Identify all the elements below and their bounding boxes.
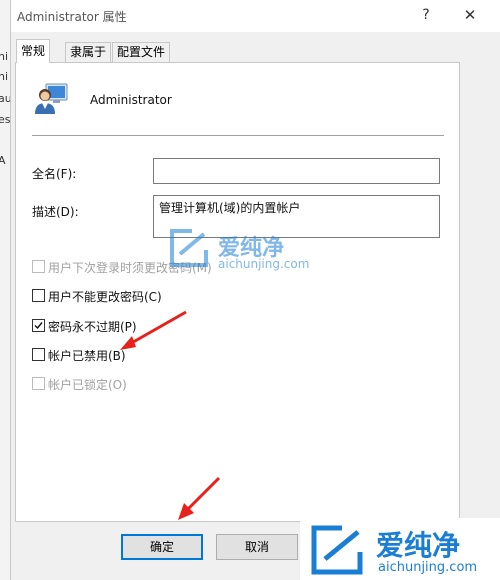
fullname-field[interactable] xyxy=(153,158,440,184)
user-name: Administrator xyxy=(90,93,172,107)
watermark-logo-icon xyxy=(311,525,363,575)
watermark-logo-icon xyxy=(170,229,208,267)
help-button[interactable]: ? xyxy=(411,4,441,26)
fullname-label: 全名(F): xyxy=(32,167,77,181)
checkbox-box[interactable] xyxy=(32,348,45,361)
checkbox-box xyxy=(32,260,45,273)
properties-dialog: Administrator 属性 ? ✕ 常规 隶属于 配置文件 Adminis… xyxy=(10,0,500,580)
watermark-corner: 爱纯净 aichunjing.com xyxy=(300,518,500,580)
checkbox-box[interactable] xyxy=(32,319,45,332)
checkbox-label: 帐户已锁定(O) xyxy=(48,378,127,392)
tab-general[interactable]: 常规 xyxy=(16,39,51,63)
checkbox-box[interactable] xyxy=(32,289,45,302)
checkbox-box xyxy=(32,377,45,390)
divider xyxy=(32,135,444,136)
tab-profile[interactable]: 配置文件 xyxy=(112,42,171,62)
checkbox-label[interactable]: 帐户已禁用(B) xyxy=(48,347,126,364)
background-text: ni xyxy=(0,70,9,83)
check-icon xyxy=(34,322,43,330)
checkbox-label[interactable]: 密码永不过期(P) xyxy=(48,318,137,335)
background-text: ni xyxy=(0,50,9,63)
checkbox-label[interactable]: 用户不能更改密码(C) xyxy=(48,288,162,305)
close-button[interactable]: ✕ xyxy=(455,4,485,26)
general-tab-panel: Administrator 全名(F): 描述(D): 管理计算机(域)的内置帐… xyxy=(15,62,460,522)
ok-button[interactable]: 确定 xyxy=(121,534,203,560)
watermark-url: aichunjing.com xyxy=(378,560,478,575)
background-text: A xyxy=(0,154,6,167)
description-label: 描述(D): xyxy=(32,205,79,219)
window-title: Administrator 属性 xyxy=(17,10,127,24)
cancel-button[interactable]: 取消 xyxy=(216,534,298,560)
user-account-icon xyxy=(35,83,68,114)
watermark-brand: 爱纯净 xyxy=(376,529,461,562)
title-bar[interactable]: Administrator 属性 ? ✕ xyxy=(11,0,500,32)
background-text: es xyxy=(0,113,11,126)
watermark-url: aichunjing.com xyxy=(218,257,310,271)
tab-member-of[interactable]: 隶属于 xyxy=(65,42,112,62)
